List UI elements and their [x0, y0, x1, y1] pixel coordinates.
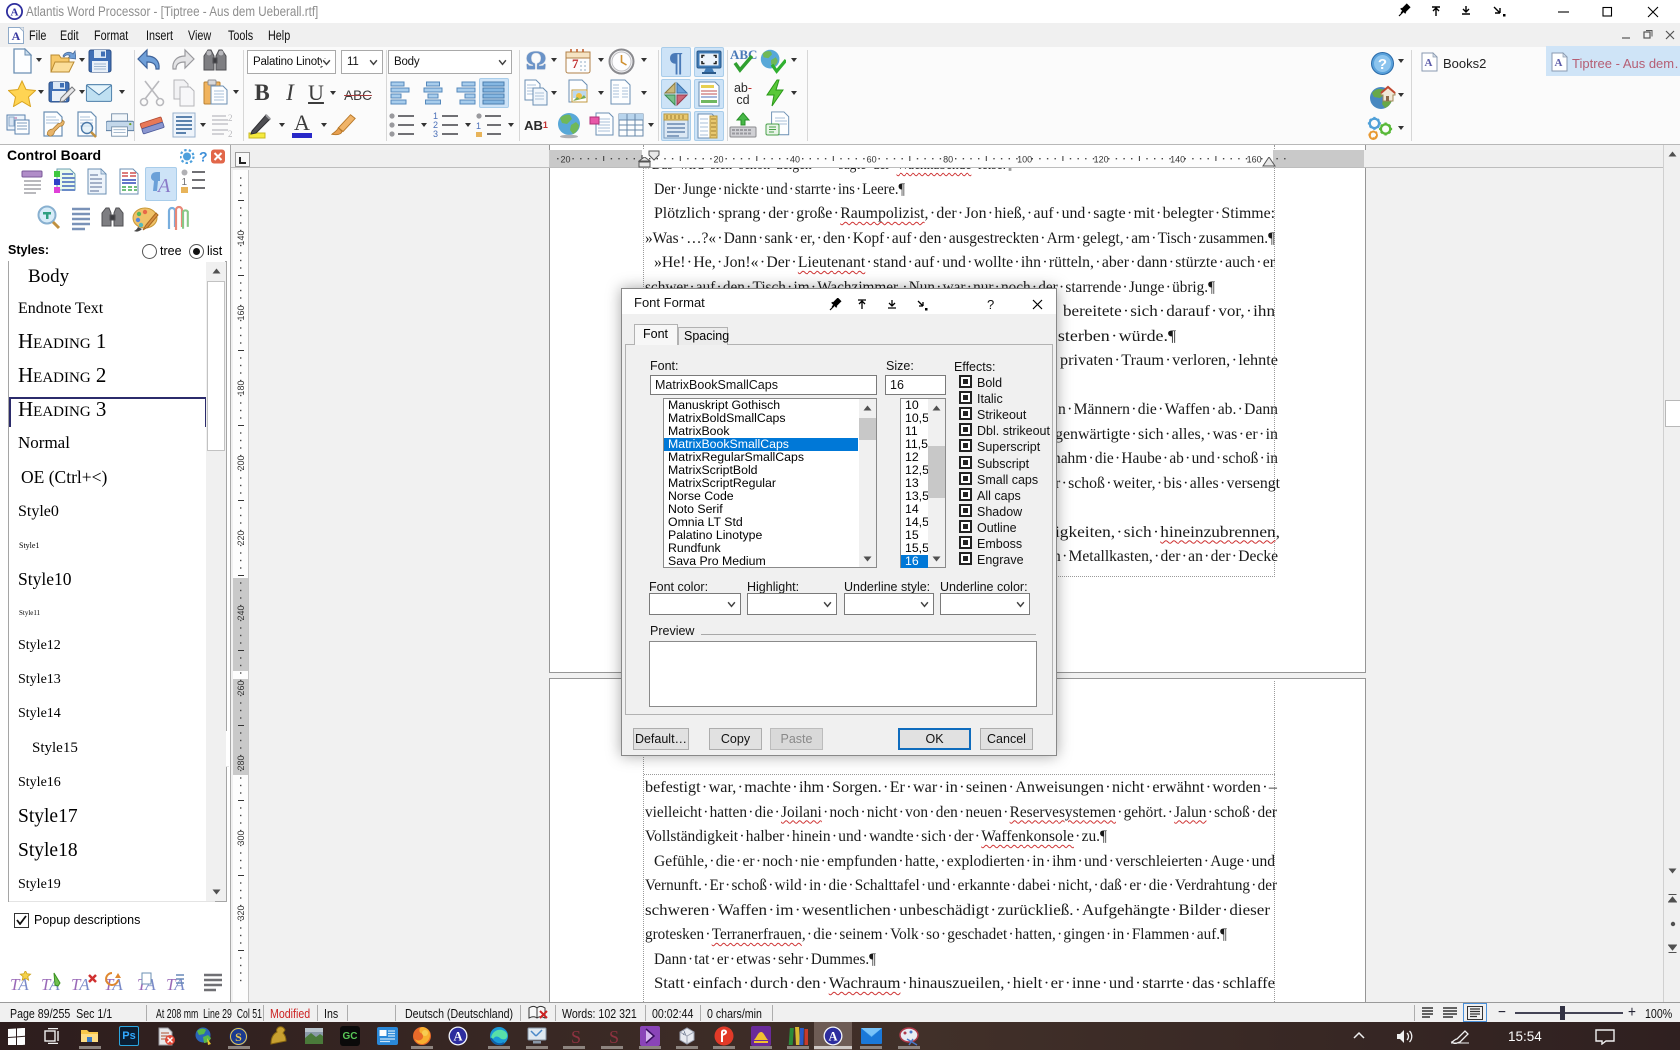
svg-text:40: 40 [790, 155, 800, 165]
svg-text:220: 220 [236, 530, 246, 545]
svg-text:λ: λ [683, 1031, 686, 1037]
svg-text:A: A [11, 6, 19, 18]
svg-text:A: A [828, 1030, 837, 1044]
svg-text:20: 20 [560, 155, 570, 165]
svg-text:2: 2 [228, 113, 233, 123]
svg-text:160: 160 [1247, 155, 1262, 165]
svg-text:140: 140 [1170, 155, 1185, 165]
svg-text:160: 160 [236, 305, 246, 320]
svg-text:S: S [235, 1030, 242, 1044]
svg-text:260: 260 [236, 680, 246, 695]
svg-text:?: ? [1377, 56, 1386, 73]
svg-text:A: A [453, 1030, 462, 1044]
svg-text:140: 140 [236, 230, 246, 245]
svg-text:320: 320 [236, 905, 246, 920]
svg-text:1: 1 [182, 177, 188, 188]
svg-text:240: 240 [236, 605, 246, 620]
svg-text:A: A [1425, 57, 1433, 69]
svg-text:280: 280 [236, 755, 246, 770]
svg-text:180: 180 [236, 380, 246, 395]
svg-text:60: 60 [867, 155, 877, 165]
svg-text:2: 2 [228, 129, 233, 139]
svg-text:7: 7 [572, 56, 579, 71]
svg-text:100: 100 [1017, 155, 1032, 165]
svg-text:3: 3 [433, 129, 438, 138]
svg-text:300: 300 [236, 830, 246, 845]
svg-text:A: A [156, 175, 171, 195]
svg-text:120: 120 [1094, 155, 1109, 165]
svg-text:A: A [294, 111, 310, 135]
svg-text:A: A [1555, 57, 1563, 69]
svg-text:?: ? [199, 149, 208, 164]
svg-text:200: 200 [236, 455, 246, 470]
svg-text:1: 1 [476, 121, 481, 131]
svg-text:80: 80 [943, 155, 953, 165]
svg-text:A: A [12, 29, 21, 43]
svg-text:TA: TA [166, 975, 185, 994]
svg-text:TA: TA [71, 975, 90, 994]
svg-text:ABC: ABC [730, 47, 757, 62]
svg-text:?: ? [987, 298, 994, 311]
svg-text:20: 20 [713, 155, 723, 165]
